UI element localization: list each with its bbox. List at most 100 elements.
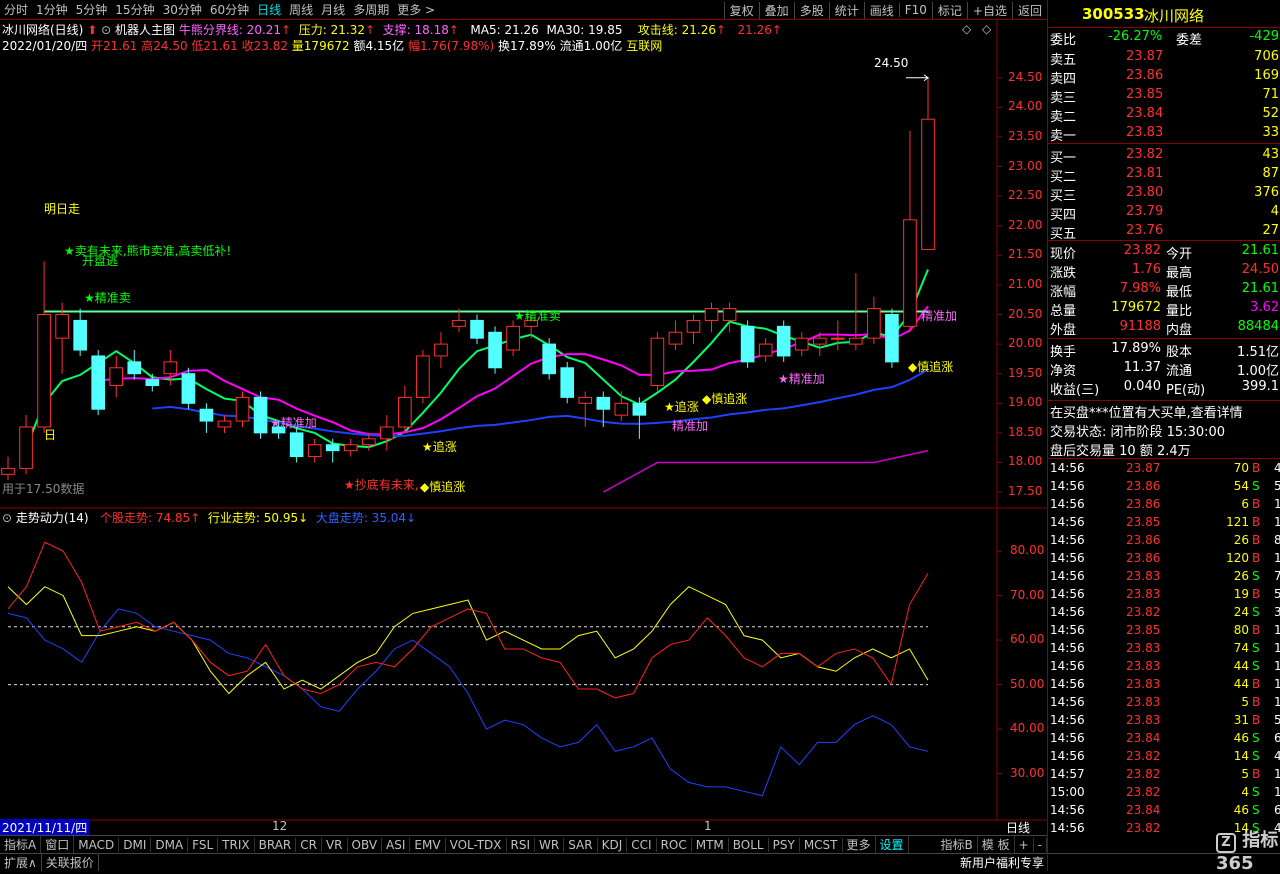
candle[interactable] — [127, 350, 142, 380]
candle[interactable] — [470, 314, 484, 345]
indicator-tab[interactable]: OBV — [348, 837, 383, 852]
indicator-tab[interactable]: PSY — [769, 837, 800, 852]
candle[interactable] — [794, 332, 809, 356]
candle[interactable] — [903, 131, 917, 333]
toolbar-button[interactable]: 返回 — [1011, 1, 1047, 19]
candle[interactable] — [921, 77, 935, 250]
ask-row[interactable]: 卖四 23.86 169 — [1048, 67, 1280, 87]
bid-row[interactable]: 买三 23.80 376 — [1048, 184, 1280, 204]
big-order-notice[interactable]: 在买盘***位置有大买单,查看详情 — [1050, 402, 1243, 421]
ask-row[interactable]: 卖一 23.83 33 — [1048, 124, 1280, 144]
toolbar-button[interactable]: 复权 — [723, 1, 759, 19]
candle[interactable] — [650, 332, 665, 392]
candle[interactable] — [740, 320, 755, 368]
indicator-tab[interactable]: 更多 — [843, 836, 876, 853]
indicator-tab[interactable]: MTM — [692, 837, 729, 852]
template-tab[interactable]: 模 板 — [978, 836, 1015, 853]
candle[interactable] — [488, 326, 502, 374]
ask-row[interactable]: 卖二 23.84 52 — [1048, 105, 1280, 125]
toolbar-button[interactable]: F10 — [898, 3, 932, 17]
period-tab[interactable]: 1分钟 — [32, 1, 72, 18]
indicator-tab[interactable]: FSL — [188, 837, 219, 852]
toolbar-button[interactable]: 画线 — [863, 1, 899, 19]
sub-indicator-title[interactable]: 走势动力(14) — [16, 511, 89, 525]
indicator-tab[interactable]: KDJ — [598, 837, 628, 852]
candle[interactable] — [416, 350, 430, 404]
new-user-promo[interactable]: 新用户福利专享 — [960, 854, 1044, 871]
period-tab[interactable]: 15分钟 — [111, 1, 158, 18]
indicator-tab[interactable]: EMV — [410, 837, 446, 852]
bid-row[interactable]: 买一 23.82 43 — [1048, 146, 1280, 166]
period-tab[interactable]: 60分钟 — [206, 1, 253, 18]
collapse-icon[interactable]: ⊙ — [2, 511, 12, 525]
candle[interactable] — [632, 397, 647, 439]
expand-button[interactable]: 扩展∧ — [0, 854, 42, 871]
candle[interactable] — [1, 456, 15, 481]
candle[interactable] — [614, 391, 629, 422]
candle[interactable] — [668, 320, 683, 351]
period-tab[interactable]: 30分钟 — [159, 1, 206, 18]
candle[interactable] — [380, 415, 394, 451]
toolbar-button[interactable]: 叠加 — [758, 1, 794, 19]
indicator-tab[interactable]: SAR — [564, 837, 598, 852]
ask-row[interactable]: 卖五 23.87 706 — [1048, 48, 1280, 68]
toolbar-button[interactable]: 统计 — [828, 1, 864, 19]
indicator-tab[interactable]: TRIX — [218, 837, 255, 852]
notice-row[interactable]: 在买盘***位置有大买单,查看详情 — [1048, 400, 1280, 421]
candle[interactable] — [542, 338, 556, 380]
candle[interactable] — [885, 308, 899, 368]
candle[interactable] — [398, 385, 412, 433]
indicator-tab[interactable]: WR — [535, 837, 565, 852]
indicator-tab[interactable]: BRAR — [255, 837, 297, 852]
kline-chart[interactable] — [0, 20, 1047, 835]
candle[interactable] — [686, 314, 701, 345]
candle[interactable] — [560, 361, 575, 404]
candle[interactable] — [343, 438, 358, 457]
candle[interactable] — [145, 373, 160, 392]
candle[interactable] — [307, 438, 322, 463]
indicator-tab[interactable]: RSI — [507, 837, 536, 852]
period-tab[interactable]: 日线 — [253, 1, 285, 18]
candle[interactable] — [73, 308, 87, 356]
toolbar-button[interactable]: 多股 — [793, 1, 829, 19]
period-tab[interactable]: 更多 > — [393, 1, 439, 18]
candle[interactable] — [181, 367, 196, 410]
indicator-tab[interactable]: DMA — [151, 837, 189, 852]
candle[interactable] — [578, 391, 593, 427]
template-tab[interactable]: + — [1015, 837, 1034, 852]
bid-row[interactable]: 买五 23.76 27 — [1048, 222, 1280, 242]
candle[interactable] — [19, 415, 33, 475]
indicator-tab[interactable]: VR — [322, 837, 348, 852]
indicator-tab[interactable]: MCST — [800, 837, 843, 852]
indicator-tab[interactable]: MACD — [74, 837, 120, 852]
indicator-tab[interactable]: DMI — [119, 837, 152, 852]
indicator-tab[interactable]: CR — [296, 837, 322, 852]
period-tab[interactable]: 多周期 — [349, 1, 393, 18]
candle[interactable] — [109, 355, 124, 398]
indicator-tab[interactable]: 指标A — [0, 836, 42, 853]
indicator-tab[interactable]: ROC — [657, 837, 692, 852]
candle[interactable] — [235, 391, 250, 427]
template-tab[interactable]: - — [1034, 837, 1047, 852]
candle[interactable] — [325, 438, 340, 463]
indicator-tab[interactable]: VOL-TDX — [446, 837, 507, 852]
period-tab[interactable]: 5分钟 — [72, 1, 112, 18]
indicator-tab[interactable]: ASI — [382, 837, 411, 852]
candle[interactable] — [217, 415, 232, 433]
period-tab[interactable]: 周线 — [285, 1, 317, 18]
period-tab[interactable]: 月线 — [317, 1, 349, 18]
ask-row[interactable]: 卖三 23.85 71 — [1048, 86, 1280, 106]
bid-row[interactable]: 买四 23.79 4 — [1048, 203, 1280, 223]
indicator-tab[interactable]: 窗口 — [41, 836, 75, 853]
toolbar-button[interactable]: 标记 — [931, 1, 967, 19]
indicator-tab[interactable]: 设置 — [876, 836, 909, 853]
template-tab[interactable]: 指标B — [937, 836, 978, 853]
candle[interactable] — [758, 338, 773, 362]
candle[interactable] — [776, 320, 791, 362]
candle[interactable] — [704, 302, 719, 333]
candle[interactable] — [91, 350, 106, 416]
indicator-tab[interactable]: BOLL — [729, 837, 769, 852]
indicator-tab[interactable]: CCI — [627, 837, 657, 852]
bid-row[interactable]: 买二 23.81 87 — [1048, 165, 1280, 185]
candle[interactable] — [253, 391, 268, 439]
